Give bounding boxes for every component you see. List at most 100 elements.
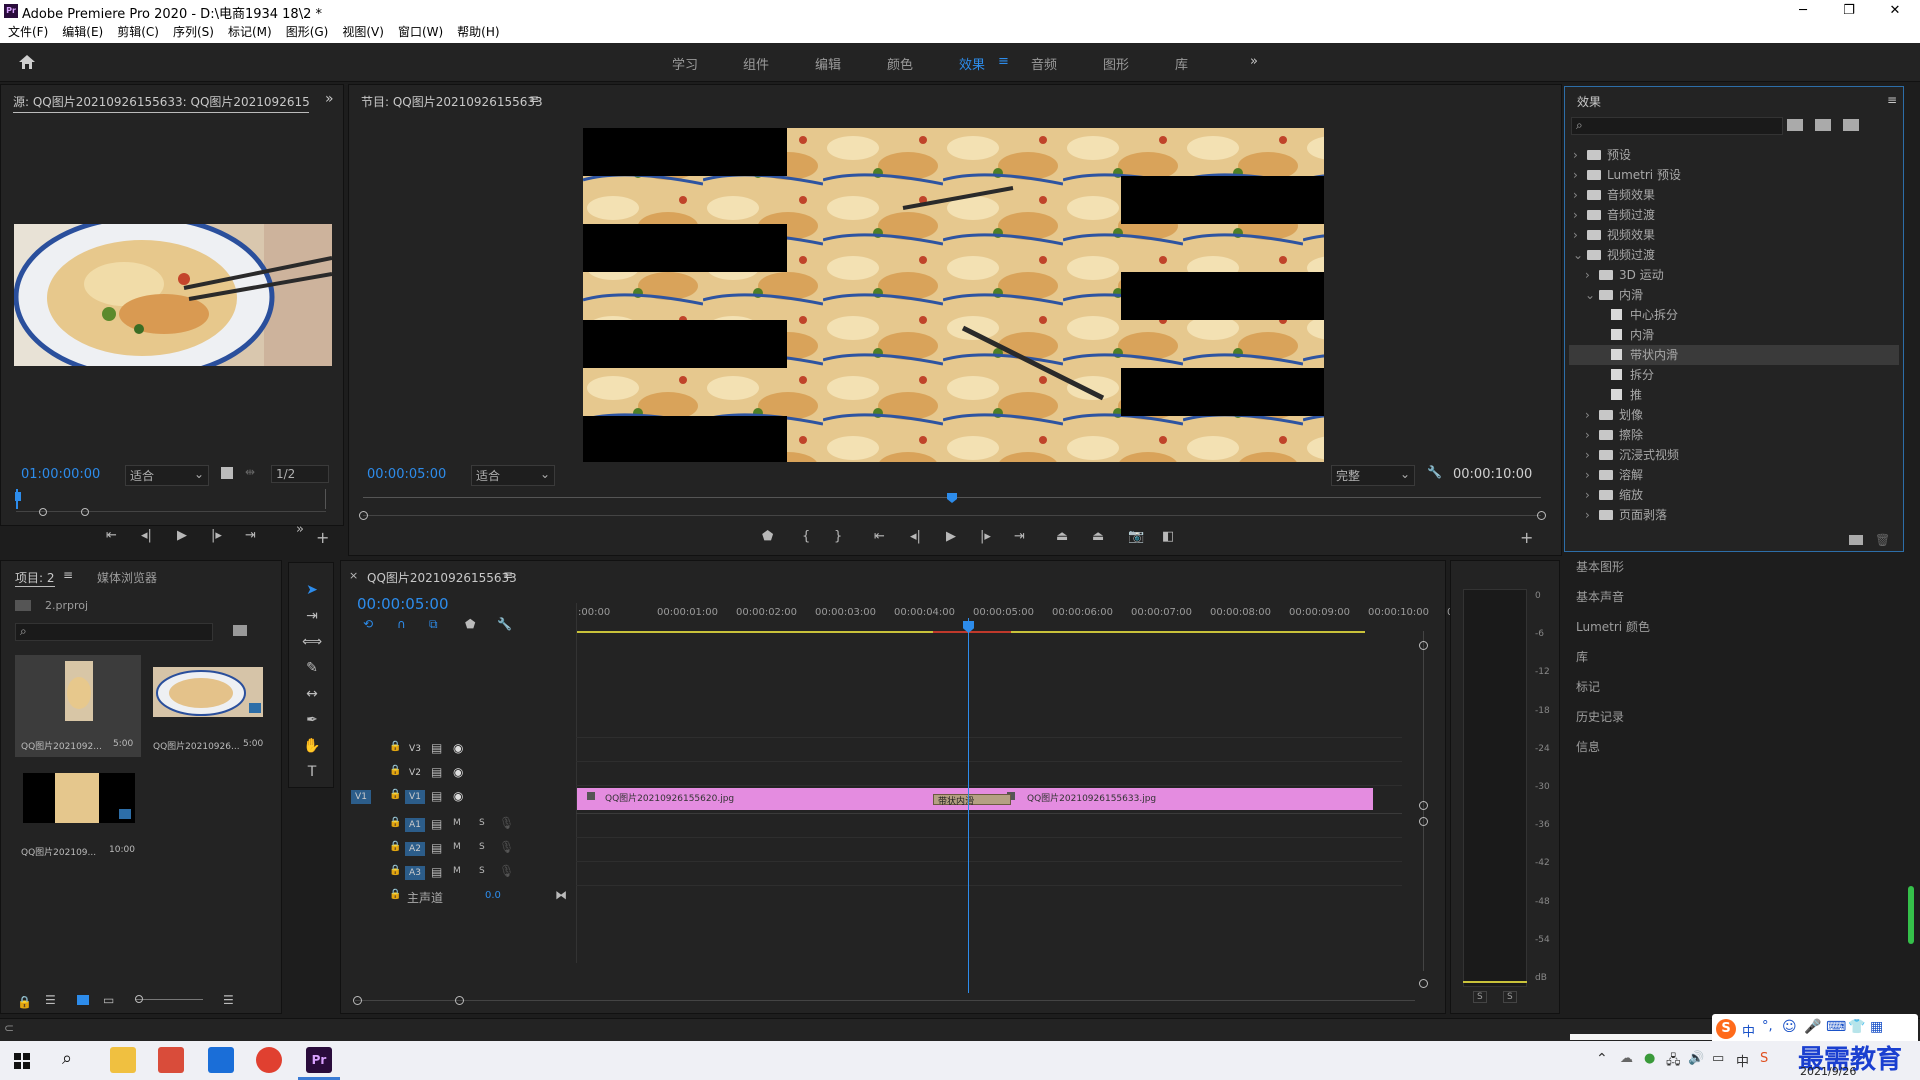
side-panel-history[interactable]: 历史记录 — [1576, 708, 1916, 725]
effects-tree-item[interactable]: › 视频效果 — [1569, 225, 1899, 245]
effects-tree-item[interactable]: › 预设 — [1569, 145, 1899, 165]
effects-tree-item[interactable]: › 3D 运动 — [1569, 265, 1899, 285]
sync-lock-icon[interactable]: ▤ — [431, 789, 442, 803]
source-scrub-bar[interactable] — [16, 489, 326, 509]
ime-punctuation-icon[interactable]: °, — [1762, 1019, 1773, 1034]
razor-tool-icon[interactable]: ✎ — [300, 660, 324, 682]
effects-tree-item[interactable]: › 音频效果 — [1569, 185, 1899, 205]
microphone-icon[interactable]: 🎙 — [499, 816, 514, 830]
source-settings-icon[interactable] — [221, 467, 233, 479]
type-tool-icon[interactable]: T — [300, 764, 324, 786]
effects-tree-item[interactable]: ⌄ 内滑 — [1569, 285, 1899, 305]
source-fit-dropdown[interactable]: 适合 ⌄ — [125, 465, 209, 486]
effects-search-input[interactable]: ⌕ — [1571, 117, 1783, 135]
selection-tool-icon[interactable]: ➤ — [300, 582, 324, 604]
effects-tree-item[interactable]: 推 — [1569, 385, 1899, 405]
chevron-right-icon[interactable]: › — [1585, 485, 1599, 505]
vscroll-handle[interactable] — [1419, 979, 1428, 988]
mark-out-icon[interactable]: } — [834, 529, 842, 544]
project-search-input[interactable]: ⌕ — [15, 623, 213, 641]
menu-graphics[interactable]: 图形(G) — [286, 22, 329, 43]
side-panel-essential-graphics[interactable]: 基本图形 — [1576, 558, 1916, 575]
lock-track-icon[interactable]: 🔒 — [389, 817, 401, 828]
solo-button[interactable]: S — [479, 818, 485, 828]
effects-tree-item[interactable]: › 沉浸式视频 — [1569, 445, 1899, 465]
goto-out-icon[interactable]: ⇥ — [1014, 529, 1025, 544]
thumbnail-zoom-slider[interactable] — [135, 999, 203, 1000]
chevron-right-icon[interactable]: › — [1585, 425, 1599, 445]
source-overflow-icon[interactable]: » — [325, 91, 334, 107]
master-value[interactable]: 0.0 — [485, 890, 501, 901]
source-zoom-handle-left[interactable] — [39, 508, 47, 516]
vscroll-handle[interactable] — [1419, 801, 1428, 810]
add-marker-timeline-icon[interactable]: ⬟ — [465, 617, 475, 631]
slip-tool-icon[interactable]: ↔ — [300, 686, 324, 708]
chevron-right-icon[interactable]: › — [1573, 165, 1587, 185]
accelerated-effects-icon[interactable] — [1787, 119, 1803, 131]
workspace-tab-assembly[interactable]: 组件 — [743, 54, 769, 73]
solo-left-button[interactable]: S — [1473, 991, 1487, 1003]
chevron-right-icon[interactable]: › — [1573, 145, 1587, 165]
workspace-tab-graphics[interactable]: 图形 — [1103, 54, 1129, 73]
source-timecode[interactable]: 01:00:00:00 — [21, 467, 100, 482]
sort-icon[interactable]: ☰ — [223, 993, 234, 1007]
source-play-icon[interactable]: ▶ — [177, 528, 187, 543]
timeline-clip[interactable]: QQ图片20210926155620.jpg — [577, 788, 977, 810]
search-taskbar-icon[interactable]: ⌕ — [62, 1048, 72, 1069]
menu-clip[interactable]: 剪辑(C) — [117, 22, 159, 43]
workspace-tab-learn[interactable]: 学习 — [672, 54, 698, 73]
vscroll-handle[interactable] — [1419, 641, 1428, 650]
side-panel-lumetri-color[interactable]: Lumetri 颜色 — [1576, 618, 1916, 635]
thumbnail-zoom-handle[interactable] — [135, 995, 143, 1003]
effects-tree-item[interactable]: 内滑 — [1569, 325, 1899, 345]
program-zoom-bar[interactable] — [363, 515, 1541, 516]
program-zoom-handle-left[interactable] — [359, 511, 368, 520]
program-title[interactable]: 节目: QQ图片20210926155633 — [361, 93, 543, 110]
tray-volume-icon[interactable]: 🔊 — [1688, 1051, 1704, 1066]
windows-start-icon[interactable] — [14, 1053, 30, 1069]
menu-file[interactable]: 文件(F) — [8, 22, 48, 43]
effects-tree-item[interactable]: 中心拆分 — [1569, 305, 1899, 325]
program-playhead[interactable] — [947, 493, 957, 503]
step-back-icon[interactable]: ◂| — [910, 529, 921, 544]
microphone-icon[interactable]: 🎙 — [499, 864, 514, 878]
lock-track-icon[interactable]: 🔒 — [389, 841, 401, 852]
tray-sogou-icon[interactable]: S — [1760, 1051, 1768, 1066]
program-timecode[interactable]: 00:00:05:00 — [367, 467, 446, 482]
new-bin-icon[interactable] — [1849, 535, 1863, 545]
premiere-taskbar-icon[interactable]: Pr — [306, 1047, 332, 1073]
mark-in-icon[interactable]: { — [802, 529, 810, 544]
source-insert-icon[interactable]: ⇹ — [245, 465, 255, 479]
delete-icon[interactable]: 🗑 — [1875, 533, 1890, 547]
pen-tool-icon[interactable]: ✒ — [300, 712, 324, 734]
microphone-icon[interactable]: 🎙 — [499, 840, 514, 854]
sync-lock-icon[interactable]: ▤ — [431, 741, 442, 755]
add-marker-icon[interactable]: ⬟ — [762, 529, 773, 544]
comparison-view-icon[interactable]: ◧ — [1162, 529, 1174, 544]
linked-selection-icon[interactable]: ⧉ — [429, 617, 438, 632]
track-name[interactable]: A2 — [405, 842, 425, 856]
track-select-tool-icon[interactable]: ⇥ — [300, 608, 324, 630]
app-icon[interactable] — [208, 1047, 234, 1073]
effects-tree-item[interactable]: › Lumetri 预设 — [1569, 165, 1899, 185]
source-title[interactable]: 源: QQ图片20210926155633: QQ图片2021092615563… — [13, 93, 309, 113]
extract-icon[interactable]: ⏏ — [1092, 529, 1104, 544]
workspace-tab-effects[interactable]: 效果 — [959, 54, 985, 73]
source-patch[interactable]: V1 — [351, 790, 371, 804]
program-add-button-icon[interactable]: + — [1520, 528, 1533, 547]
program-menu-icon[interactable]: ≡ — [529, 92, 539, 106]
workspace-menu-icon[interactable]: ≡ — [998, 54, 1009, 69]
sync-lock-icon[interactable]: ▤ — [431, 817, 442, 831]
effects-tree-item[interactable]: › 擦除 — [1569, 425, 1899, 445]
source-more-icon[interactable]: » — [296, 522, 304, 537]
side-panel-essential-sound[interactable]: 基本声音 — [1576, 588, 1916, 605]
lock-track-icon[interactable]: 🔒 — [389, 789, 401, 800]
source-resolution-dropdown[interactable]: 1/2 — [271, 465, 329, 483]
menu-markers[interactable]: 标记(M) — [228, 22, 272, 43]
lock-track-icon[interactable]: 🔒 — [389, 865, 401, 876]
mute-button[interactable]: M — [453, 818, 461, 828]
play-icon[interactable]: ▶ — [946, 529, 956, 544]
chevron-down-icon[interactable]: ⌄ — [1573, 245, 1587, 265]
workspace-tab-editing[interactable]: 编辑 — [815, 54, 841, 73]
icon-view-icon[interactable] — [77, 995, 89, 1005]
